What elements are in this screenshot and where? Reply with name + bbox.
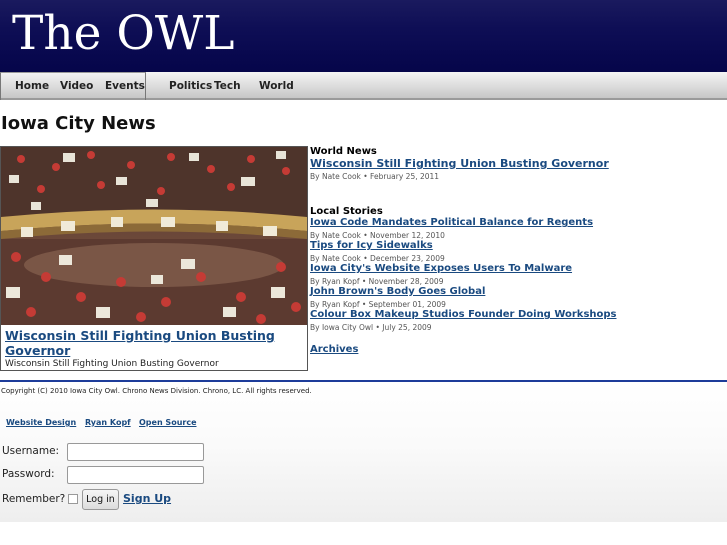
- nav-item-tech[interactable]: Tech: [214, 80, 241, 92]
- login-button[interactable]: Log in: [82, 489, 119, 510]
- archives-link[interactable]: Archives: [310, 344, 358, 355]
- copyright-notice: Copyright (C) 2010 Iowa City Owl. Chrono…: [1, 387, 312, 395]
- local-stories-heading: Local Stories: [310, 206, 383, 217]
- local-story-link[interactable]: Iowa City's Website Exposes Users To Mal…: [310, 263, 572, 274]
- site-logo[interactable]: The OWL: [12, 6, 234, 62]
- world-story-byline: By Nate Cook • February 25, 2011: [310, 172, 440, 181]
- featured-story[interactable]: Wisconsin Still Fighting Union Busting G…: [0, 146, 308, 371]
- local-story-byline: By Ryan Kopf • September 01, 2009: [310, 300, 446, 309]
- remember-label: Remember?: [2, 493, 66, 505]
- page-title: Iowa City News: [1, 113, 156, 134]
- local-story-byline: By Nate Cook • November 12, 2010: [310, 231, 445, 240]
- featured-photo[interactable]: [1, 147, 307, 325]
- website-design-link[interactable]: Website Design: [6, 418, 76, 427]
- local-story-byline: By Ryan Kopf • November 28, 2009: [310, 277, 444, 286]
- local-story-link[interactable]: Tips for Icy Sidewalks: [310, 240, 433, 251]
- nav-item-home[interactable]: Home: [15, 80, 49, 92]
- local-story-byline: By Iowa City Owl • July 25, 2009: [310, 323, 432, 332]
- masthead: The OWL: [0, 0, 727, 72]
- local-story-byline: By Nate Cook • December 23, 2009: [310, 254, 445, 263]
- world-story-link[interactable]: Wisconsin Still Fighting Union Busting G…: [310, 157, 609, 170]
- username-label: Username:: [2, 445, 60, 457]
- feature-subtitle: Wisconsin Still Fighting Union Busting G…: [5, 359, 219, 369]
- password-label: Password:: [2, 468, 55, 480]
- local-story-link[interactable]: Iowa Code Mandates Political Balance for…: [310, 217, 593, 228]
- remember-checkbox[interactable]: [68, 494, 78, 504]
- open-source-link[interactable]: Open Source: [139, 418, 197, 427]
- nav-item-politics[interactable]: Politics: [169, 80, 212, 92]
- signup-link[interactable]: Sign Up: [123, 492, 171, 505]
- password-input[interactable]: [67, 466, 204, 484]
- local-story-link[interactable]: John Brown's Body Goes Global: [310, 286, 485, 297]
- local-story-link[interactable]: Colour Box Makeup Studios Founder Doing …: [310, 309, 617, 320]
- username-input[interactable]: [67, 443, 204, 461]
- nav-item-events[interactable]: Events: [105, 80, 145, 92]
- feature-title-link[interactable]: Wisconsin Still Fighting Union Busting G…: [5, 328, 301, 358]
- world-news-heading: World News: [310, 146, 377, 157]
- ryan-kopf-link[interactable]: Ryan Kopf: [85, 418, 131, 427]
- nav-item-world[interactable]: World: [259, 80, 294, 92]
- main-navigation: Home Video Events Politics Tech World: [0, 72, 727, 100]
- nav-item-video[interactable]: Video: [60, 80, 93, 92]
